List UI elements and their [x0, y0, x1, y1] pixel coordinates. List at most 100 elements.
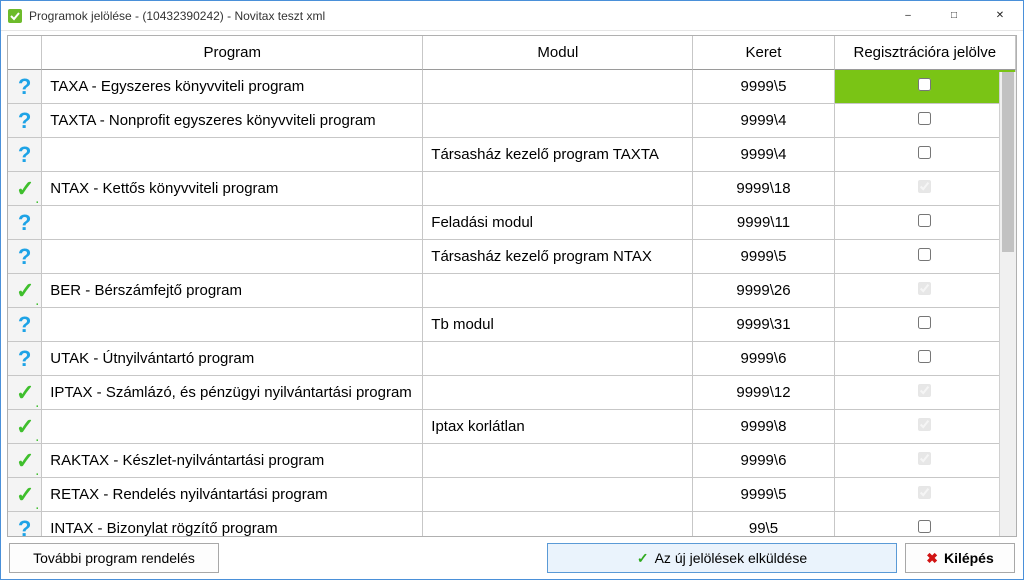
table-row[interactable]: ?Társasház kezelő program NTAX9999\5 [8, 240, 1016, 274]
exit-button[interactable]: ✖ Kilépés [905, 543, 1015, 573]
question-icon: ? [18, 212, 31, 234]
cell-keret: 9999\26 [693, 274, 834, 308]
cell-reg [835, 104, 1016, 138]
cell-program: INTAX - Bizonylat rögzítő program [42, 512, 423, 537]
question-icon: ? [18, 314, 31, 336]
cell-keret: 9999\18 [693, 172, 834, 206]
cell-program [42, 308, 423, 342]
order-more-button[interactable]: További program rendelés [9, 543, 219, 573]
check-icon: ✓ [16, 280, 34, 302]
footer-bar: További program rendelés ✓ Az új jelölés… [1, 537, 1023, 579]
reg-checkbox[interactable] [918, 520, 931, 533]
maximize-button[interactable]: □ [931, 1, 977, 31]
cell-program: BER - Bérszámfejtő program [42, 274, 423, 308]
reg-checkbox[interactable] [918, 350, 931, 363]
cell-keret: 9999\6 [693, 444, 834, 478]
cell-program: UTAK - Útnyilvántartó program [42, 342, 423, 376]
reg-checkbox [918, 384, 931, 397]
cell-program: RETAX - Rendelés nyilvántartási program [42, 478, 423, 512]
minimize-button[interactable]: – [885, 1, 931, 31]
cell-reg [835, 376, 1016, 410]
row-status-icon-cell: ✓ [8, 444, 42, 478]
reg-checkbox [918, 180, 931, 193]
cell-reg [835, 478, 1016, 512]
table-row[interactable]: ✓ BER - Bérszámfejtő program 9999\26 [8, 274, 1016, 308]
row-status-icon-cell: ✓ [8, 376, 42, 410]
cell-program [42, 410, 423, 444]
table-row[interactable]: ? Feladási modul9999\11 [8, 206, 1016, 240]
close-button[interactable]: ✕ [977, 1, 1023, 31]
cell-keret: 9999\4 [693, 104, 834, 138]
reg-checkbox[interactable] [918, 248, 931, 261]
check-icon: ✓ [16, 178, 34, 200]
col-header-icon[interactable] [8, 36, 42, 70]
cell-modul [423, 70, 693, 104]
table-row[interactable]: ✓IPTAX - Számlázó, és pénzügyi nyilvánta… [8, 376, 1016, 410]
cell-modul: Társasház kezelő program TAXTA [423, 138, 693, 172]
app-window: Programok jelölése - (10432390242) - Nov… [0, 0, 1024, 580]
check-icon: ✓ [16, 450, 34, 472]
row-status-icon-cell: ✓ [8, 478, 42, 512]
cell-modul: Tb modul [423, 308, 693, 342]
cell-keret: 9999\5 [693, 70, 834, 104]
cell-modul: Feladási modul [423, 206, 693, 240]
cell-program: TAXA - Egyszeres könyvviteli program [42, 70, 423, 104]
col-header-program[interactable]: Program [42, 36, 423, 70]
row-status-icon-cell: ? [8, 138, 42, 172]
table-row[interactable]: ? Tb modul9999\31 [8, 308, 1016, 342]
check-icon: ✓ [16, 382, 34, 404]
table-row[interactable]: ?INTAX - Bizonylat rögzítő program99\5 [8, 512, 1016, 537]
row-status-icon-cell: ? [8, 240, 42, 274]
window-title: Programok jelölése - (10432390242) - Nov… [29, 9, 325, 23]
row-status-icon-cell: ✓ [8, 274, 42, 308]
reg-checkbox[interactable] [918, 146, 931, 159]
cell-program: NTAX - Kettős könyvviteli program [42, 172, 423, 206]
reg-checkbox[interactable] [918, 112, 931, 125]
cell-reg [835, 308, 1016, 342]
cell-keret: 9999\31 [693, 308, 834, 342]
cell-reg [835, 206, 1016, 240]
programs-table: Program Modul Keret Regisztrációra jelöl… [8, 36, 1016, 537]
cell-modul [423, 104, 693, 138]
cell-modul [423, 444, 693, 478]
row-status-icon-cell: ✓ [8, 410, 42, 444]
cell-program [42, 138, 423, 172]
reg-checkbox[interactable] [918, 316, 931, 329]
close-icon: ✖ [926, 550, 938, 567]
cell-reg [835, 444, 1016, 478]
cell-reg [835, 342, 1016, 376]
check-icon: ✓ [637, 550, 649, 567]
send-selections-button[interactable]: ✓ Az új jelölések elküldése [547, 543, 897, 573]
cell-modul: Társasház kezelő program NTAX [423, 240, 693, 274]
table-row[interactable]: ✓ NTAX - Kettős könyvviteli program 9999\1… [8, 172, 1016, 206]
table-row[interactable]: ✓RETAX - Rendelés nyilvántartási program… [8, 478, 1016, 512]
cell-keret: 9999\11 [693, 206, 834, 240]
col-header-keret[interactable]: Keret [693, 36, 834, 70]
table-row[interactable]: ?UTAK - Útnyilvántartó program9999\6 [8, 342, 1016, 376]
cell-keret: 9999\5 [693, 478, 834, 512]
grid-container: Program Modul Keret Regisztrációra jelöl… [7, 35, 1017, 537]
table-row[interactable]: ?TAXA - Egyszeres könyvviteli program999… [8, 70, 1016, 104]
cell-program: TAXTA - Nonprofit egyszeres könyvviteli … [42, 104, 423, 138]
row-status-icon-cell: ? [8, 206, 42, 240]
cell-keret: 9999\12 [693, 376, 834, 410]
order-more-label: További program rendelés [33, 550, 195, 566]
table-row[interactable]: ?TAXTA - Nonprofit egyszeres könyvviteli… [8, 104, 1016, 138]
table-row[interactable]: ✓RAKTAX - Készlet-nyilvántartási program… [8, 444, 1016, 478]
question-icon: ? [18, 246, 31, 268]
reg-checkbox [918, 486, 931, 499]
question-icon: ? [18, 348, 31, 370]
col-header-modul[interactable]: Modul [423, 36, 693, 70]
scrollbar-thumb[interactable] [1002, 72, 1014, 252]
row-status-icon-cell: ? [8, 342, 42, 376]
table-row[interactable]: ?Társasház kezelő program TAXTA9999\4 [8, 138, 1016, 172]
col-header-reg[interactable]: Regisztrációra jelölve [835, 36, 1016, 70]
cell-keret: 9999\8 [693, 410, 834, 444]
cell-reg [835, 172, 1016, 206]
table-row[interactable]: ✓Iptax korlátlan9999\8 [8, 410, 1016, 444]
cell-modul [423, 478, 693, 512]
vertical-scrollbar[interactable] [999, 72, 1016, 536]
reg-checkbox[interactable] [918, 214, 931, 227]
reg-checkbox[interactable] [918, 78, 931, 91]
title-bar: Programok jelölése - (10432390242) - Nov… [1, 1, 1023, 31]
